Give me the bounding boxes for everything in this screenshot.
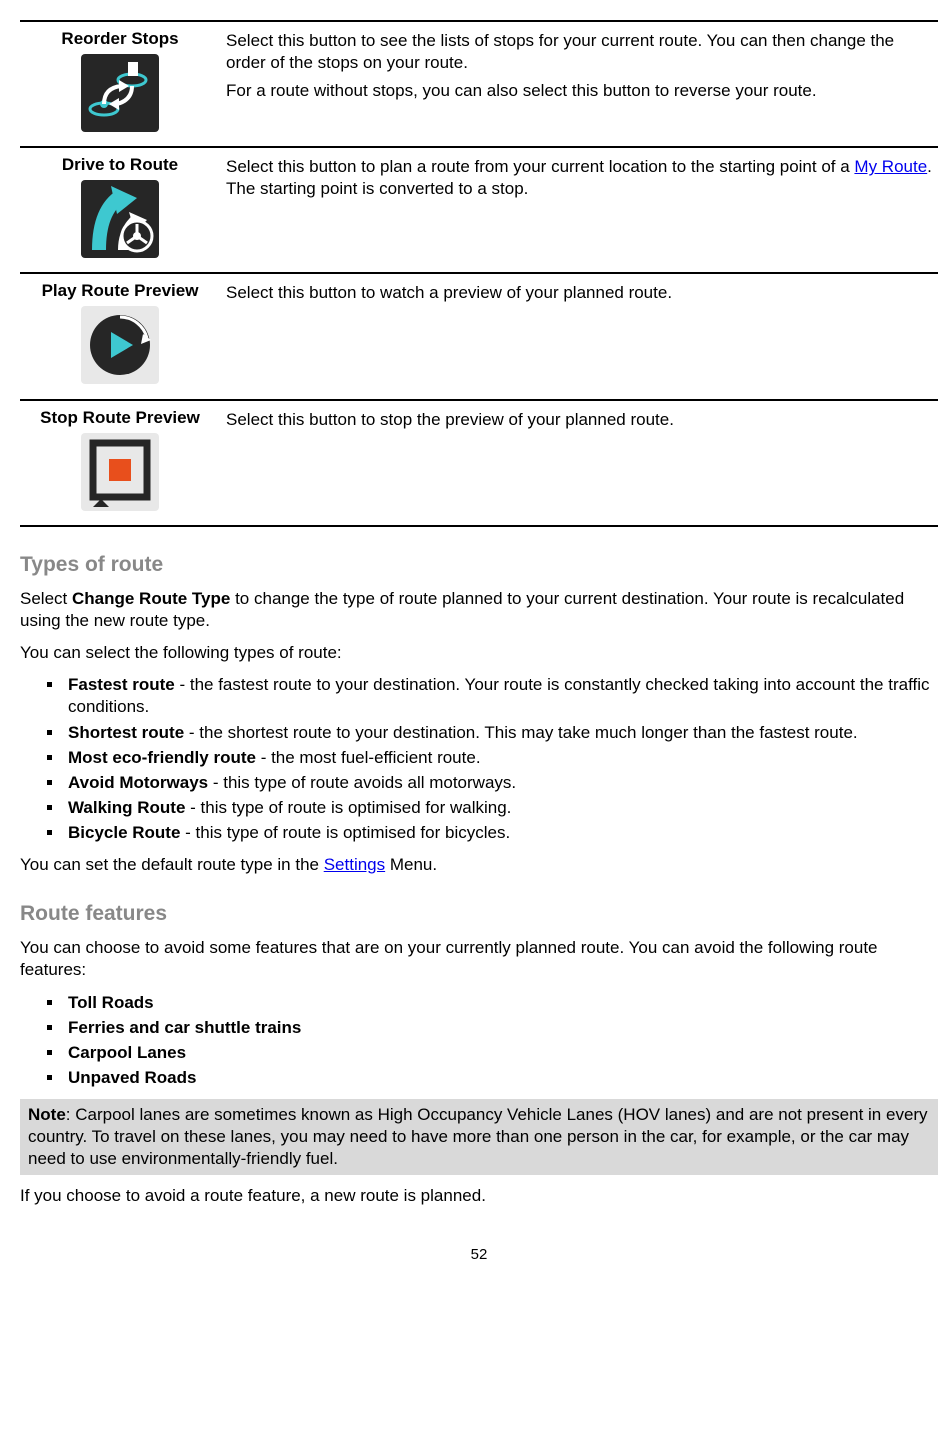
table-row-reorder-stops: Reorder Stops Select this button to see … [20,20,938,146]
heading-types-of-route: Types of route [20,551,938,578]
list-item: Carpool Lanes [64,1042,938,1064]
row-desc: Select this button to watch a preview of… [226,282,938,304]
row-label-cell: Drive to Route [20,154,220,264]
row-desc-cell: Select this button to see the lists of s… [220,28,938,138]
table-row-play-route-preview: Play Route Preview Select this button to… [20,272,938,398]
row-desc: For a route without stops, you can also … [226,80,938,102]
note-box: Note: Carpool lanes are sometimes known … [20,1099,938,1175]
list-item: Avoid Motorways - this type of route avo… [64,772,938,794]
features-outro: If you choose to avoid a route feature, … [20,1185,938,1207]
features-intro: You can choose to avoid some features th… [20,937,938,981]
table-row-stop-route-preview: Stop Route Preview Select this button to… [20,399,938,527]
row-title: Play Route Preview [24,280,216,302]
list-item: Shortest route - the shortest route to y… [64,722,938,744]
my-route-link[interactable]: My Route [854,157,927,176]
route-types-list: Fastest route - the fastest route to you… [20,674,938,844]
reorder-stops-icon [81,54,159,132]
list-item: Ferries and car shuttle trains [64,1017,938,1039]
list-item: Bicycle Route - this type of route is op… [64,822,938,844]
list-item: Walking Route - this type of route is op… [64,797,938,819]
row-title: Reorder Stops [24,28,216,50]
stop-route-preview-icon [81,433,159,511]
row-desc: Select this button to stop the preview o… [226,409,938,431]
route-features-list: Toll Roads Ferries and car shuttle train… [20,992,938,1089]
types-select-text: You can select the following types of ro… [20,642,938,664]
list-item: Most eco-friendly route - the most fuel-… [64,747,938,769]
play-route-preview-icon [81,306,159,384]
drive-to-route-icon [81,180,159,258]
list-item: Fastest route - the fastest route to you… [64,674,938,718]
row-desc: Select this button to see the lists of s… [226,30,938,74]
types-outro: You can set the default route type in th… [20,854,938,876]
row-label-cell: Stop Route Preview [20,407,220,517]
list-item: Toll Roads [64,992,938,1014]
row-desc-cell: Select this button to watch a preview of… [220,280,938,390]
settings-link[interactable]: Settings [324,855,385,874]
row-label-cell: Reorder Stops [20,28,220,138]
row-label-cell: Play Route Preview [20,280,220,390]
heading-route-features: Route features [20,900,938,927]
list-item: Unpaved Roads [64,1067,938,1089]
row-desc: Select this button to plan a route from … [226,156,938,200]
types-intro: Select Change Route Type to change the t… [20,588,938,632]
row-desc-cell: Select this button to stop the preview o… [220,407,938,517]
page-number: 52 [20,1245,938,1265]
row-title: Stop Route Preview [24,407,216,429]
table-row-drive-to-route: Drive to Route Select this button to pla… [20,146,938,272]
row-title: Drive to Route [24,154,216,176]
row-desc-cell: Select this button to plan a route from … [220,154,938,264]
